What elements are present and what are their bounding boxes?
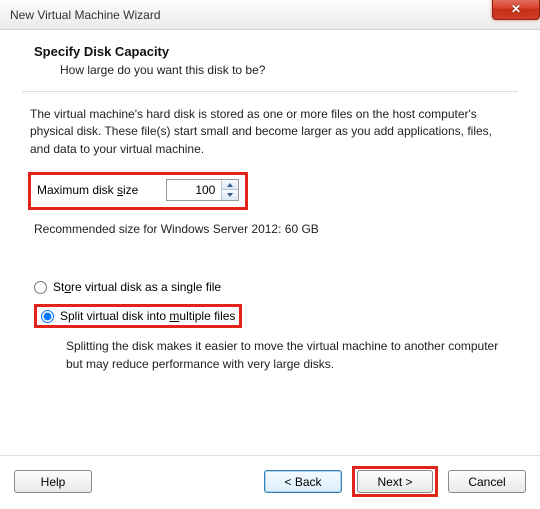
wizard-content: Specify Disk Capacity How large do you w…: [0, 30, 540, 373]
divider: [22, 91, 518, 92]
option-split-files-label: Split virtual disk into multiple files: [60, 309, 235, 323]
next-button[interactable]: Next >: [357, 470, 433, 493]
close-icon: ✕: [511, 2, 521, 16]
page-subheading: How large do you want this disk to be?: [60, 63, 518, 77]
max-disk-size-input[interactable]: [167, 180, 221, 200]
option-single-file-label: Store virtual disk as a single file: [53, 280, 221, 294]
description-text: The virtual machine's hard disk is store…: [30, 106, 510, 158]
next-button-highlight: Next >: [352, 466, 438, 497]
chevron-down-icon: [227, 193, 233, 197]
max-disk-size-row: Maximum disk size: [28, 172, 248, 210]
option-single-file[interactable]: Store virtual disk as a single file: [34, 280, 518, 294]
spinner-down-button[interactable]: [222, 190, 238, 200]
split-note-text: Splitting the disk makes it easier to mo…: [66, 338, 510, 373]
radio-split-files[interactable]: [41, 310, 54, 323]
page-heading: Specify Disk Capacity: [34, 44, 518, 59]
max-disk-size-spinner[interactable]: [166, 179, 239, 201]
close-button[interactable]: ✕: [492, 0, 540, 20]
wizard-footer: Help < Back Next > Cancel: [0, 455, 540, 509]
back-button[interactable]: < Back: [264, 470, 342, 493]
window-title: New Virtual Machine Wizard: [10, 8, 161, 22]
titlebar: New Virtual Machine Wizard ✕: [0, 0, 540, 30]
cancel-button[interactable]: Cancel: [448, 470, 526, 493]
radio-single-file[interactable]: [34, 281, 47, 294]
option-split-files-highlight: Split virtual disk into multiple files: [34, 304, 242, 328]
spinner-up-button[interactable]: [222, 180, 238, 190]
chevron-up-icon: [227, 183, 233, 187]
disk-storage-options: Store virtual disk as a single file Spli…: [34, 280, 518, 373]
recommended-size-text: Recommended size for Windows Server 2012…: [34, 222, 518, 236]
max-disk-size-label: Maximum disk size: [37, 183, 138, 197]
help-button[interactable]: Help: [14, 470, 92, 493]
spinner-buttons: [221, 180, 238, 200]
